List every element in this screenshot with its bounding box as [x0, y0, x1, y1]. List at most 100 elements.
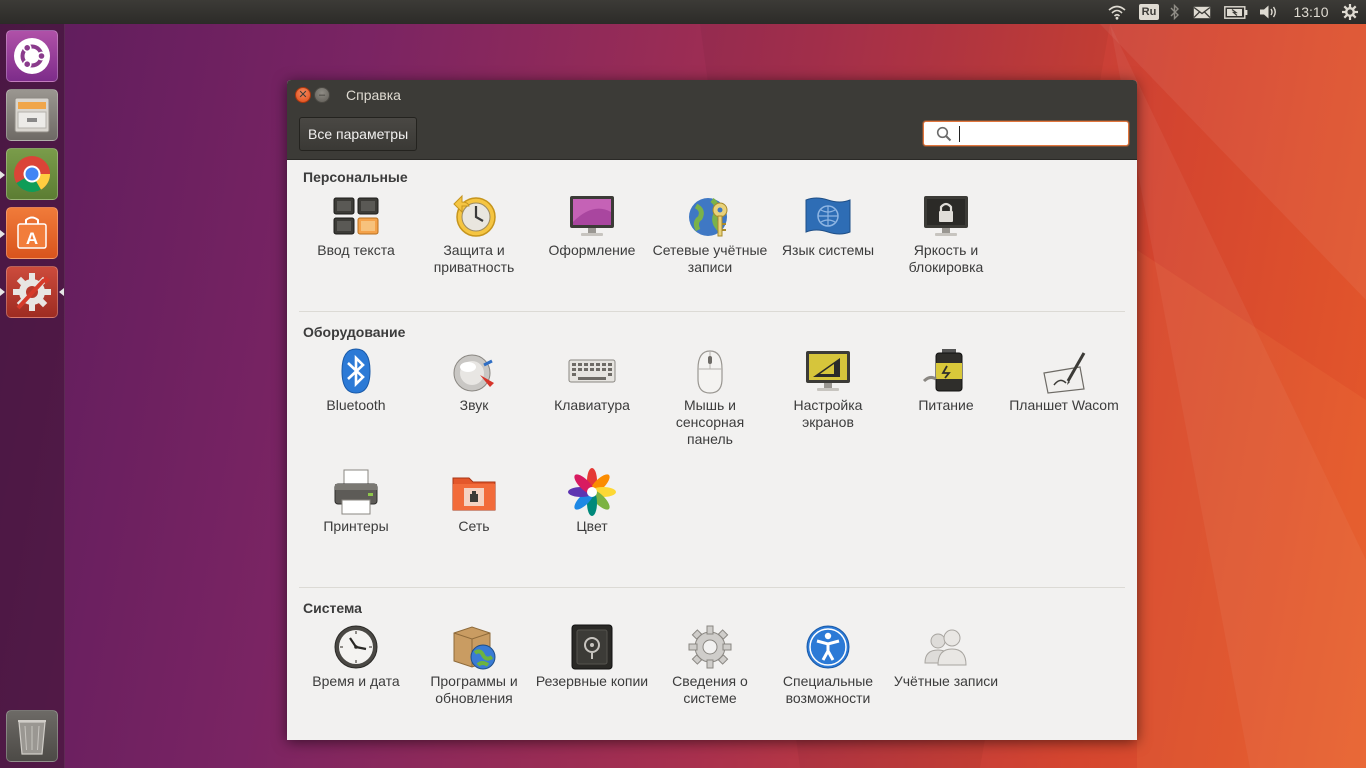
- power-icon: [922, 349, 963, 392]
- search-icon: [936, 126, 952, 142]
- section-title-hardware: Оборудование: [303, 324, 406, 340]
- system-info-icon: [688, 625, 732, 669]
- item-appearance[interactable]: Оформление: [533, 192, 651, 259]
- volume-icon[interactable]: [1258, 0, 1280, 24]
- toolbar: Все параметры: [287, 110, 1137, 160]
- running-indicator: [0, 288, 5, 296]
- search-box[interactable]: [923, 121, 1129, 146]
- item-label: Сеть: [458, 518, 490, 534]
- minimize-icon: –: [318, 89, 326, 101]
- clock-icon: [334, 625, 378, 669]
- item-network[interactable]: Сеть: [415, 468, 533, 535]
- item-accessibility[interactable]: Специальные возможности: [769, 623, 887, 707]
- clock[interactable]: 13:10: [1288, 0, 1334, 24]
- item-backups[interactable]: Резервные копии: [533, 623, 651, 690]
- software-updates-icon: [453, 626, 496, 670]
- item-label: Планшет Wacom: [1009, 397, 1119, 413]
- running-indicator: [0, 230, 5, 238]
- item-sound[interactable]: Звук: [415, 347, 533, 414]
- svg-text:A: A: [26, 229, 38, 248]
- item-label: Мышь и сенсорная панель: [675, 397, 745, 447]
- section-divider: [299, 587, 1125, 588]
- mail-icon[interactable]: [1190, 0, 1214, 24]
- item-wacom[interactable]: Планшет Wacom: [1005, 347, 1123, 414]
- language-icon: [805, 197, 851, 235]
- close-button[interactable]: ✕: [295, 87, 311, 103]
- item-label: Звук: [459, 397, 489, 413]
- top-panel: Ru 13:10: [0, 0, 1366, 24]
- item-software-updates[interactable]: Программы и обновления: [415, 623, 533, 707]
- displays-icon: [806, 351, 850, 391]
- minimize-button[interactable]: –: [314, 87, 330, 103]
- item-printers[interactable]: Принтеры: [297, 468, 415, 535]
- item-text-entry[interactable]: Ввод текста: [297, 192, 415, 259]
- trash-icon[interactable]: [6, 710, 58, 762]
- ubuntu-dash-icon[interactable]: [6, 30, 58, 82]
- network-icon: [452, 477, 496, 511]
- accessibility-icon: [806, 625, 850, 669]
- item-brightness-lock[interactable]: Яркость и блокировка: [887, 192, 1005, 276]
- item-bluetooth[interactable]: Bluetooth: [297, 347, 415, 414]
- all-settings-button[interactable]: Все параметры: [299, 117, 418, 151]
- item-date-time[interactable]: Время и дата: [297, 623, 415, 690]
- keyboard-icon: [568, 359, 616, 383]
- bluetooth-icon: [341, 348, 371, 394]
- settings-content: Персональные Ввод текста Защита и приват…: [287, 160, 1137, 740]
- files-icon[interactable]: [6, 89, 58, 141]
- item-label: Клавиатура: [554, 397, 630, 413]
- item-label: Настройка экранов: [793, 397, 863, 430]
- item-label: Защита и приватность: [433, 242, 515, 275]
- backup-icon: [571, 624, 613, 670]
- text-entry-icon: [333, 197, 379, 235]
- section-divider: [299, 311, 1125, 312]
- focused-indicator: [59, 288, 64, 296]
- title-bar[interactable]: ✕ – Справка: [287, 80, 1137, 110]
- item-keyboard[interactable]: Клавиатура: [533, 347, 651, 414]
- item-label: Оформление: [548, 242, 636, 258]
- user-accounts-icon: [924, 629, 967, 666]
- item-label: Учётные записи: [893, 673, 999, 689]
- item-label: Питание: [918, 397, 974, 413]
- item-label: Цвет: [576, 518, 608, 534]
- item-label: Резервные копии: [535, 673, 649, 689]
- bluetooth-icon[interactable]: [1167, 0, 1183, 24]
- item-mouse[interactable]: Мышь и сенсорная панель: [651, 347, 769, 448]
- brightness-lock-icon: [924, 196, 968, 236]
- item-system-info[interactable]: Сведения о системе: [651, 623, 769, 707]
- search-input[interactable]: [956, 124, 1126, 145]
- item-label: Язык системы: [781, 242, 875, 258]
- software-center-icon[interactable]: A: [6, 207, 58, 259]
- system-settings-window: ✕ – Справка Все параметры Персональные В…: [287, 80, 1137, 740]
- item-privacy[interactable]: Защита и приватность: [415, 192, 533, 276]
- sound-icon: [453, 354, 494, 392]
- privacy-icon: [453, 194, 496, 237]
- appearance-icon: [570, 196, 614, 236]
- battery-icon[interactable]: [1222, 0, 1250, 24]
- item-label: Время и дата: [312, 673, 400, 689]
- wifi-icon[interactable]: [1106, 0, 1128, 24]
- item-label: Сетевые учётные записи: [652, 242, 768, 275]
- text-caret: [959, 126, 960, 142]
- chrome-icon[interactable]: [6, 148, 58, 200]
- running-indicator: [0, 171, 5, 179]
- item-label: Программы и обновления: [430, 673, 518, 706]
- gear-icon[interactable]: [1340, 0, 1360, 24]
- close-icon: ✕: [298, 89, 308, 101]
- launcher: A: [0, 24, 65, 768]
- item-online-accounts[interactable]: Сетевые учётные записи: [651, 192, 769, 276]
- item-user-accounts[interactable]: Учётные записи: [887, 623, 1005, 690]
- item-language[interactable]: Язык системы: [769, 192, 887, 259]
- printer-icon: [334, 469, 378, 515]
- item-label: Яркость и блокировка: [908, 242, 984, 275]
- item-label: Ввод текста: [317, 242, 395, 258]
- online-accounts-icon: [689, 198, 728, 237]
- item-power[interactable]: Питание: [887, 347, 1005, 414]
- item-color[interactable]: Цвет: [533, 468, 651, 535]
- window-title: Справка: [346, 87, 401, 103]
- system-settings-icon[interactable]: [6, 266, 58, 318]
- mouse-icon: [697, 350, 723, 394]
- item-label: Bluetooth: [326, 397, 386, 413]
- section-title-system: Система: [303, 600, 362, 616]
- item-displays[interactable]: Настройка экранов: [769, 347, 887, 431]
- keyboard-layout-indicator[interactable]: Ru: [1138, 0, 1160, 24]
